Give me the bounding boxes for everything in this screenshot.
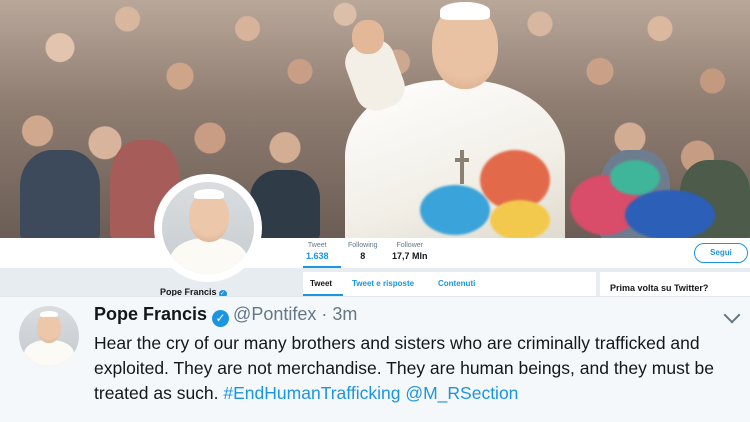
tweet-timestamp[interactable]: 3m — [332, 304, 357, 324]
tweet-header: Pope Francis ✓ @Pontifex · 3m — [94, 304, 357, 327]
mention-link[interactable]: @M_RSection — [405, 383, 518, 403]
stat-label: Following — [348, 242, 378, 249]
stat-following[interactable]: Following 8 — [348, 242, 378, 261]
stat-label: Follower — [396, 242, 423, 249]
stat-value: 17,7 Mln — [392, 251, 428, 261]
tweet-author-handle[interactable]: @Pontifex — [233, 304, 316, 324]
header-photo — [0, 0, 750, 238]
stat-value: 1.638 — [306, 251, 329, 261]
signup-card-title: Prima volta su Twitter? — [610, 283, 709, 293]
tab-tweets-and-replies[interactable]: Tweet e risposte — [352, 279, 414, 288]
tweet-author-name[interactable]: Pope Francis — [94, 304, 207, 324]
hashtag-link[interactable]: #EndHumanTrafficking — [223, 383, 400, 403]
tweet-avatar[interactable] — [19, 306, 79, 366]
tab-tweets[interactable]: Tweet — [310, 279, 332, 288]
profile-avatar[interactable] — [158, 178, 258, 278]
stat-followers[interactable]: Follower 17,7 Mln — [392, 242, 428, 261]
tweet-text: Hear the cry of our many brothers and si… — [94, 331, 744, 406]
follow-button[interactable]: Segui — [694, 243, 748, 263]
tweet-separator: · — [321, 304, 328, 324]
tweet-body: Hear the cry of our many brothers and si… — [94, 333, 715, 403]
tab-media[interactable]: Contenuti — [438, 279, 475, 288]
verified-badge-icon: ✓ — [212, 310, 230, 327]
stat-value: 8 — [360, 251, 366, 261]
stat-tweets[interactable]: Tweet 1.638 — [306, 242, 329, 261]
stat-active-indicator — [303, 266, 341, 268]
stat-label: Tweet — [307, 242, 327, 249]
